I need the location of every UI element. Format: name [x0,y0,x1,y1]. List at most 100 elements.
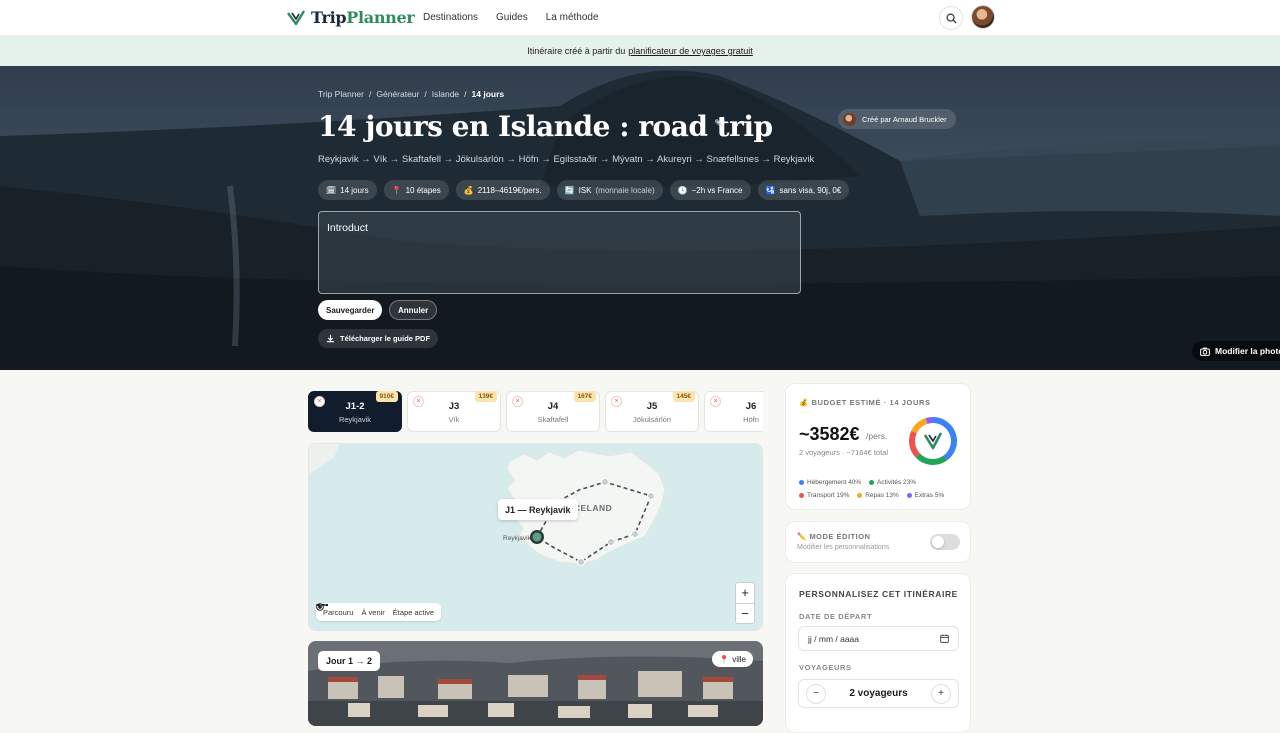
logo-icon [287,9,305,25]
intro-textarea[interactable]: Introduct [318,211,801,294]
zoom-out-button[interactable]: − [736,603,754,623]
remove-icon[interactable]: × [710,396,721,407]
budget-card: 💰 BUDGET ESTIMÉ · 14 JOURS ~3582€ /pers.… [785,383,971,510]
user-avatar[interactable] [971,5,995,29]
edit-mode-title: ✏️ MODE ÉDITION [797,532,871,541]
calendar-icon: 🗓 [326,185,337,195]
page-title: 14 jours en Islande : road trip [318,110,773,143]
day-photo: Jour 1 → 2 📍 ville [308,641,763,726]
decrement-button[interactable]: − [806,683,826,704]
budget-breakdown: Hébergement 40% Activités 23% Transport … [799,476,969,502]
day-tab[interactable]: × 910€ J1-2 Reykjavik [308,391,402,432]
clock-icon: 🕓 [677,185,688,195]
price-badge: 139€ [474,391,497,402]
logo-text: TripPlanner [311,8,415,27]
info-banner: Itinéraire créé à partir du planificateu… [0,36,1280,66]
fact-pill-budget: 💰 2118–4619€/pers. [455,180,550,200]
banner-link[interactable]: planificateur de voyages gratuit [628,46,753,56]
creator-name: Créé par Arnaud Bruckler [862,114,947,124]
map-tooltip: J1 — Reykjavik [498,499,578,520]
breakdown-item: Extras 5% [906,492,944,499]
map-city-label: Reykjavik [503,535,532,542]
remove-icon[interactable]: × [611,396,622,407]
pin-icon: 📍 [391,185,402,195]
price-badge: 145€ [672,391,695,402]
place-type-badge: 📍 ville [712,651,753,667]
fact-pill-stops: 📍 10 étapes [383,180,449,200]
calendar-icon[interactable] [940,634,949,643]
change-photo-button[interactable]: Modifier la photo [1192,341,1280,361]
hero-section: Trip Planner / Générateur / Islande/ 14 jo… [0,66,1280,370]
travelers-value: 2 voyageurs [849,688,908,699]
camera-icon [1200,347,1210,356]
pencil-icon[interactable]: ✎ [714,117,723,130]
price-badge: 910€ [375,391,398,402]
day-tab[interactable]: × 145€ J5 Jökulsárlón [605,391,699,432]
nav-link-destinations[interactable]: Destinations [423,12,478,23]
departure-date-label: DATE DE DÉPART [799,612,873,621]
route-map[interactable]: ICELAND Reykjavik J1 — Reykjavik Parcour… [308,443,763,631]
day-tab[interactable]: × 139€ J3 Vík [407,391,501,432]
day-tab[interactable]: × 167€ J4 Skaftafell [506,391,600,432]
travelers-label: VOYAGEURS [799,663,852,672]
donut-slice [915,453,948,465]
search-icon [946,13,957,24]
zoom-in-button[interactable]: + [736,583,754,603]
nav-links: Destinations Guides La méthode [423,12,599,23]
breadcrumb-item[interactable]: Trip Planner [318,89,364,99]
creator-avatar [843,112,856,126]
legend-item-traveled: Parcouru [316,604,354,617]
donut-slice [911,418,928,434]
breadcrumb-item[interactable]: Générateur [376,89,419,99]
remove-icon[interactable]: × [512,396,523,407]
remove-icon[interactable]: × [413,396,424,407]
creator-badge[interactable]: Créé par Arnaud Bruckler [838,109,956,129]
nav-link-guides[interactable]: Guides [496,12,528,23]
budget-donut-chart [909,417,957,465]
breadcrumb-current: 14 jours [471,89,505,99]
download-pdf-button[interactable]: Télécharger le guide PDF [318,329,439,348]
cancel-button[interactable]: Annuler [389,300,438,320]
departure-date-input[interactable]: jj / mm / aaaa [798,626,959,651]
exchange-icon: 🔄 [564,185,575,195]
customize-card: PERSONNALISEZ CET ITINÉRAIRE DATE DE DÉP… [785,573,971,733]
budget-per: /pers. [866,431,888,441]
fact-pill-currency: 🔄 ISK (monnaie locale) [556,180,663,200]
save-button[interactable]: Sauvegarder [318,300,383,320]
search-button[interactable] [939,6,963,30]
route-summary: Reykjavik → Vík → Skaftafell → Jökulsárl… [318,154,815,165]
donut-slice [909,430,921,458]
pin-icon: 📍 [719,654,730,664]
edit-mode-subtitle: Modifier les personnalisations [797,544,890,551]
budget-amount: ~3582€ [799,424,860,444]
price-badge: 167€ [573,391,596,402]
map-zoom-controls: + − [735,582,755,624]
breakdown-item: Transport 19% [799,492,849,499]
money-bag-icon: 💰 [463,185,474,195]
trip-facts: 🗓 14 jours 📍 10 étapes 💰 2118–4619€/pers. 🔄… [318,180,850,200]
map-legend: Parcouru À venir Étape active [316,603,442,621]
day-tab[interactable]: × J6 Höfn [704,391,763,432]
fact-pill-visa: 🛂 sans visa, 90j, 0€ [757,180,850,200]
banner-text: Itinéraire créé à partir du [527,46,626,56]
increment-button[interactable]: + [931,683,951,704]
top-navbar: TripPlanner Destinations Guides La métho… [0,0,1280,36]
breadcrumb: Trip Planner / Générateur / Islande/ 14 jo… [318,89,505,99]
edit-mode-toggle[interactable] [930,534,960,550]
nav-link-methode[interactable]: La méthode [546,12,599,23]
remove-icon[interactable]: × [314,396,325,407]
breakdown-item: Repas 13% [857,492,899,499]
budget-total: 2 voyageurs · ~7164€ total [799,448,889,457]
logo[interactable]: TripPlanner [287,8,415,27]
edit-mode-card: ✏️ MODE ÉDITION Modifier les personnalis… [785,521,971,563]
fact-pill-duration: 🗓 14 jours [318,180,377,200]
legend-item-upcoming: À venir [316,604,385,617]
fact-pill-timezone: 🕓 −2h vs France [669,180,751,200]
breadcrumb-item[interactable]: Islande [432,89,459,99]
travelers-stepper: − 2 voyageurs + [798,679,959,708]
breakdown-item: Hébergement 40% [799,479,861,486]
passport-icon: 🛂 [765,185,776,195]
day-tabs: × 910€ J1-2 Reykjavik × 139€ J3 Vík × 16… [308,391,763,432]
breakdown-item: Activités 23% [869,479,916,486]
customize-title: PERSONNALISEZ CET ITINÉRAIRE [799,589,958,599]
